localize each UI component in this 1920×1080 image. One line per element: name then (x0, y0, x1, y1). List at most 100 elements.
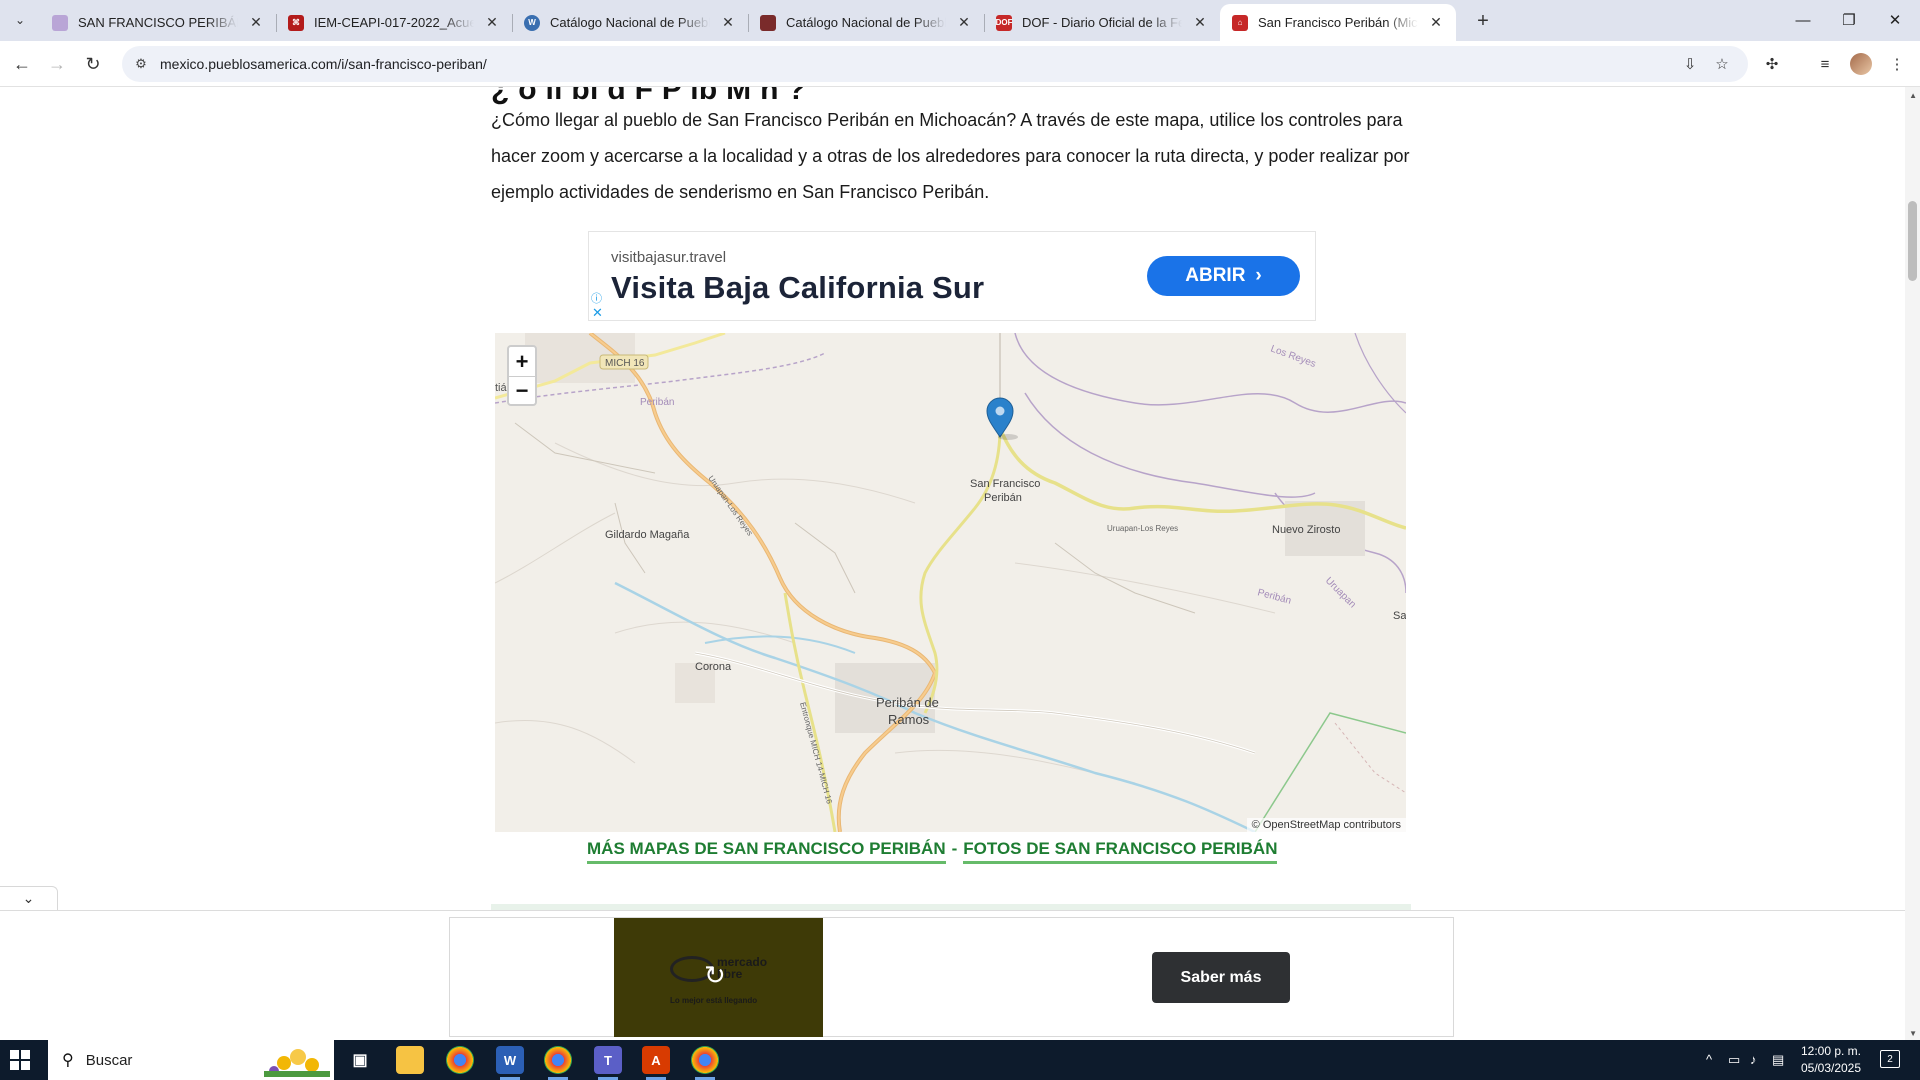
close-icon[interactable]: ✕ (720, 14, 736, 31)
word-icon[interactable]: W (496, 1046, 524, 1080)
tab-strip: ⌄ SAN FRANCISCO PERIBÁN – Au ✕ ⌘ IEM-CEA… (0, 0, 1920, 41)
close-icon[interactable]: ✕ (956, 14, 972, 31)
photos-link[interactable]: FOTOS DE SAN FRANCISCO PERIBÁN (963, 839, 1278, 864)
restore-icon[interactable]: ❐ (1826, 4, 1872, 36)
file-explorer-icon[interactable] (396, 1046, 424, 1074)
ad-creative[interactable]: mercado libre Lo mejor está llegando ↻ S… (449, 917, 1454, 1037)
tab-title: IEM-CEAPI-017-2022_Acuerdo (314, 15, 474, 30)
ad-tagline: Lo mejor está llegando (670, 996, 758, 1005)
scroll-up-arrow-icon[interactable]: ▲ (1909, 91, 1917, 100)
map-attribution[interactable]: © OpenStreetMap contributors (1246, 818, 1406, 832)
ad-banner-top[interactable]: visitbajasur.travel Visita Baja Californ… (588, 231, 1316, 321)
tab-2[interactable]: W Catálogo Nacional de Pueblos y ✕ (512, 4, 748, 41)
install-app-icon[interactable]: ⇩ (1680, 54, 1700, 74)
forward-arrow-icon[interactable]: → (43, 50, 71, 78)
search-placeholder[interactable]: Buscar (86, 1052, 133, 1069)
tab-3[interactable]: Catálogo Nacional de Pueblos y ✕ (748, 4, 984, 41)
collapse-ad-chevron-icon[interactable]: ⌄ (0, 886, 58, 910)
tab-title: San Francisco Peribán (Michoac (1258, 15, 1418, 30)
windows-start-icon[interactable] (10, 1050, 30, 1070)
map-label: Corona (695, 661, 732, 673)
teams-icon[interactable]: T (594, 1046, 622, 1080)
close-icon[interactable]: ✕ (1428, 14, 1444, 31)
kebab-menu-icon[interactable]: ⋮ (1886, 53, 1908, 75)
zoom-out-button[interactable]: − (509, 376, 535, 405)
chrome-active-icon[interactable] (691, 1046, 719, 1080)
tab-search-chevron-icon[interactable]: ⌄ (8, 8, 32, 32)
page-favicon-icon (52, 14, 68, 31)
tabs: SAN FRANCISCO PERIBÁN – Au ✕ ⌘ IEM-CEAPI… (40, 4, 1456, 41)
replay-icon[interactable]: ↻ (704, 960, 726, 991)
ad-title[interactable]: Visita Baja California Sur (611, 270, 984, 306)
url-text[interactable]: mexico.pueblosamerica.com/i/san-francisc… (160, 56, 487, 72)
minimize-icon[interactable]: — (1780, 4, 1826, 36)
address-bar[interactable]: ⚙ mexico.pueblosamerica.com/i/san-franci… (122, 46, 1748, 82)
tab-title: DOF - Diario Oficial de la Feder (1022, 15, 1182, 30)
close-icon[interactable]: ✕ (484, 14, 500, 31)
profile-avatar[interactable] (1850, 53, 1872, 75)
volume-icon[interactable]: ♪ (1750, 1052, 1757, 1067)
tab-5-active[interactable]: ⌂ San Francisco Peribán (Michoac ✕ (1220, 4, 1456, 41)
windows-taskbar: ⚲ Buscar ▣ W T A ^ ▭ ♪ ▤ 12:00 p. m. 05/… (0, 1040, 1920, 1080)
ad-open-label: ABRIR (1185, 265, 1246, 286)
new-tab-plus-icon[interactable]: + (1470, 8, 1496, 34)
task-view-icon[interactable]: ▣ (346, 1046, 374, 1074)
close-icon[interactable]: ✕ (1192, 14, 1208, 31)
back-arrow-icon[interactable]: ← (8, 50, 36, 78)
map-label: Uruapan-Los Reyes (1107, 524, 1178, 533)
ad-image[interactable]: mercado libre Lo mejor está llegando ↻ (614, 918, 823, 1037)
system-clock[interactable]: 12:00 p. m. 05/03/2025 (1796, 1043, 1866, 1077)
map-links: MÁS MAPAS DE SAN FRANCISCO PERIBÁN - FOT… (587, 839, 1278, 867)
map-label: Peribán (640, 397, 674, 408)
chrome-icon[interactable] (446, 1046, 474, 1074)
house-icon: ⌂ (1232, 14, 1248, 31)
scroll-down-arrow-icon[interactable]: ▼ (1909, 1029, 1917, 1038)
ad-open-button[interactable]: ABRIR › (1147, 256, 1300, 296)
extensions-puzzle-icon[interactable]: ✣ (1761, 53, 1783, 75)
ad-domain: visitbajasur.travel (611, 249, 727, 266)
tray-chevron-up-icon[interactable]: ^ (1706, 1052, 1712, 1067)
site-info-icon[interactable]: ⚙ (128, 51, 154, 77)
map-label: Ramos (888, 712, 930, 727)
network-icon[interactable]: ▤ (1772, 1052, 1784, 1068)
dof-icon: DOF (996, 14, 1012, 31)
zoom-in-button[interactable]: + (509, 347, 535, 376)
tab-0[interactable]: SAN FRANCISCO PERIBÁN – Au ✕ (40, 4, 276, 41)
ad-banner-bottom: mercado libre Lo mejor está llegando ↻ S… (0, 910, 1905, 1040)
ad-learn-more-button[interactable]: Saber más (1152, 952, 1290, 1003)
tab-title: SAN FRANCISCO PERIBÁN – Au (78, 15, 238, 30)
map-label: Uruapan (1323, 575, 1358, 610)
close-icon[interactable]: ✕ (248, 14, 264, 31)
map-label: Peribán (1256, 587, 1292, 607)
map-label: Sa (1393, 610, 1406, 622)
more-maps-link[interactable]: MÁS MAPAS DE SAN FRANCISCO PERIBÁN (587, 839, 946, 864)
wordpress-icon: W (524, 14, 540, 31)
zoom-controls: + − (507, 345, 537, 406)
tray-device-icon[interactable]: ▭ (1728, 1052, 1740, 1068)
acrobat-icon[interactable]: A (642, 1046, 670, 1080)
media-queue-icon[interactable]: ≡ (1814, 53, 1836, 75)
tab-1[interactable]: ⌘ IEM-CEAPI-017-2022_Acuerdo ✕ (276, 4, 512, 41)
taskbar-search[interactable]: ⚲ Buscar (48, 1040, 334, 1080)
page-scrollbar[interactable]: ▲ ▼ (1905, 87, 1920, 1040)
page-content: ¿ ó ll bl d F P ib M h ? ¿Cómo llegar al… (0, 87, 1920, 1040)
ad-info-icon[interactable]: ⓘ (591, 290, 602, 306)
map-label: MICH 16 (605, 358, 645, 369)
window-close-icon[interactable]: ✕ (1872, 4, 1918, 36)
map-label: Nuevo Zirosto (1272, 524, 1340, 536)
clock-date: 05/03/2025 (1800, 1061, 1862, 1075)
chevron-right-icon: › (1255, 265, 1262, 286)
tab-4[interactable]: DOF DOF - Diario Oficial de la Feder ✕ (984, 4, 1220, 41)
reload-icon[interactable]: ↻ (79, 50, 107, 78)
chrome-profile-icon[interactable] (544, 1046, 572, 1080)
scroll-thumb[interactable] (1908, 201, 1917, 281)
map-label: Los Reyes (1269, 343, 1317, 369)
map-tiles[interactable]: MICH 16 tián Peribán Los Reyes San Franc… (495, 333, 1406, 832)
map[interactable]: MICH 16 tián Peribán Los Reyes San Franc… (495, 333, 1406, 832)
search-icon: ⚲ (62, 1052, 74, 1069)
bookmark-star-icon[interactable]: ☆ (1712, 54, 1732, 74)
location-pin-icon[interactable] (986, 397, 1018, 440)
ad-close-icon[interactable]: ✕ (592, 305, 603, 321)
notifications-icon[interactable]: 2 (1880, 1050, 1900, 1068)
map-label: Entronque MICH 14-MICH 16 (798, 701, 834, 805)
